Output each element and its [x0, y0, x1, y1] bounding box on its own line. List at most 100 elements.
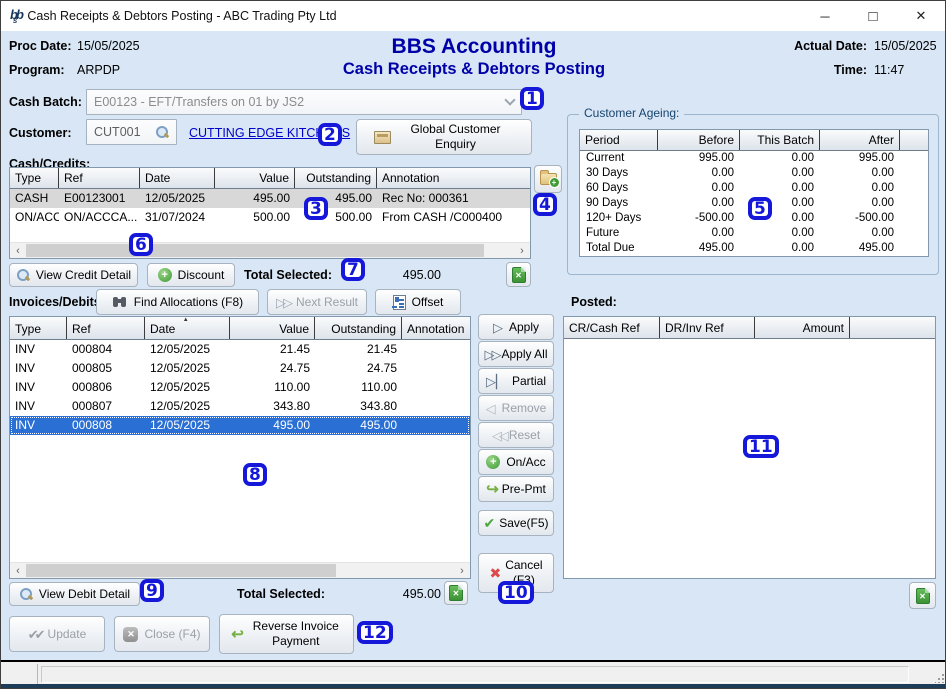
- column-header[interactable]: Before: [658, 130, 740, 150]
- partial-button[interactable]: Partial: [478, 368, 554, 394]
- cash-credit-row[interactable]: CASH E00123001 12/05/2025 495.00 495.00 …: [10, 189, 530, 208]
- cell-value: 495.00: [230, 416, 315, 435]
- reverse-invoice-payment-button[interactable]: Reverse Invoice Payment: [219, 614, 354, 654]
- cell-outstanding: 110.00: [315, 378, 402, 397]
- invoice-row[interactable]: INV 000805 12/05/2025 24.75 24.75: [10, 359, 470, 378]
- program-value: ARPDP: [77, 63, 120, 77]
- reset-button[interactable]: Reset: [478, 422, 554, 448]
- cash-batch-label: Cash Batch:: [9, 95, 82, 109]
- horizontal-scrollbar[interactable]: ‹ ›: [10, 242, 530, 258]
- column-header[interactable]: After: [820, 130, 900, 150]
- column-header: [850, 317, 935, 338]
- double-check-icon: [28, 628, 42, 641]
- cash-batch-combobox[interactable]: E00123 - EFT/Transfers on 01 by JS2: [86, 89, 522, 115]
- cell-annotation: Rec No: 000361: [377, 189, 530, 208]
- column-header: [900, 130, 928, 150]
- undo-arrow-icon: [231, 627, 244, 642]
- proc-date-value: 15/05/2025: [77, 39, 140, 53]
- column-header[interactable]: Value: [215, 168, 295, 188]
- scroll-right-icon[interactable]: ›: [514, 243, 530, 259]
- view-credit-detail-button[interactable]: View Credit Detail: [9, 263, 138, 287]
- cell-outstanding: 343.80: [315, 397, 402, 416]
- column-header[interactable]: Type: [10, 168, 59, 188]
- cell-this-batch: 0.00: [740, 181, 820, 196]
- cash-credit-row[interactable]: ON/ACC ON/ACCCA... 31/07/2024 500.00 500…: [10, 208, 530, 227]
- view-debit-detail-button[interactable]: View Debit Detail: [9, 582, 140, 606]
- plus-icon: [486, 455, 500, 469]
- cell-annotation: [402, 397, 470, 416]
- cell-before: -500.00: [658, 211, 740, 226]
- column-header[interactable]: This Batch: [740, 130, 820, 150]
- apply-all-button[interactable]: Apply All: [478, 341, 554, 367]
- close-button[interactable]: Close (F4): [114, 616, 210, 652]
- actual-date-label: Actual Date:: [771, 39, 867, 53]
- export-posted-excel-button[interactable]: [909, 582, 936, 609]
- cell-this-batch: 0.00: [740, 226, 820, 241]
- scroll-left-icon[interactable]: ‹: [10, 563, 26, 579]
- cell-after: 0.00: [820, 226, 900, 241]
- resize-grip-icon[interactable]: [935, 673, 945, 683]
- find-allocations-button[interactable]: Find Allocations (F8): [96, 289, 259, 315]
- posted-label: Posted:: [571, 295, 617, 309]
- cell-outstanding: 21.45: [315, 340, 402, 359]
- export-credits-excel-button[interactable]: [506, 262, 531, 287]
- scroll-right-icon[interactable]: ›: [454, 563, 470, 579]
- save-button[interactable]: Save(F5): [478, 510, 554, 536]
- close-window-button[interactable]: [897, 1, 945, 31]
- plus-icon: [158, 268, 172, 282]
- discount-label: Discount: [178, 268, 225, 282]
- cell-annotation: [402, 340, 470, 359]
- column-header[interactable]: CR/Cash Ref: [564, 317, 660, 338]
- scroll-left-icon[interactable]: ‹: [10, 243, 26, 259]
- column-header[interactable]: Value: [230, 317, 315, 339]
- global-customer-enquiry-button[interactable]: Global Customer Enquiry: [356, 119, 532, 155]
- remove-button[interactable]: Remove: [478, 395, 554, 421]
- on-account-label: On/Acc: [506, 455, 545, 469]
- on-account-button[interactable]: On/Acc: [478, 449, 554, 475]
- invoice-row-selected[interactable]: INV 000808 12/05/2025 495.00 495.00: [10, 416, 470, 435]
- customer-lookup-icon[interactable]: [155, 125, 169, 139]
- update-button[interactable]: Update: [9, 616, 105, 652]
- scrollbar-thumb[interactable]: [26, 564, 336, 577]
- cell-after: 495.00: [820, 241, 900, 256]
- offset-button[interactable]: Offset: [375, 289, 461, 315]
- export-debits-excel-button[interactable]: [444, 581, 468, 605]
- ageing-row: 30 Days 0.00 0.00 0.00: [580, 166, 928, 181]
- status-bar: [1, 660, 946, 686]
- cell-this-batch: 0.00: [740, 166, 820, 181]
- scrollbar-thumb[interactable]: [26, 244, 484, 257]
- program-label: Program:: [9, 63, 65, 77]
- next-result-button[interactable]: Next Result: [267, 289, 367, 315]
- cell-ref: 000808: [67, 416, 145, 435]
- discount-button[interactable]: Discount: [147, 263, 235, 287]
- cell-period: 120+ Days: [580, 211, 658, 226]
- column-header[interactable]: DR/Inv Ref: [660, 317, 755, 338]
- cell-date: 12/05/2025: [145, 378, 230, 397]
- column-header[interactable]: Type: [10, 317, 67, 339]
- horizontal-scrollbar[interactable]: ‹ ›: [10, 562, 470, 578]
- column-header[interactable]: Ref: [67, 317, 145, 339]
- column-header-sorted[interactable]: Date: [145, 317, 230, 339]
- invoice-row[interactable]: INV 000804 12/05/2025 21.45 21.45: [10, 340, 470, 359]
- cell-after: 0.00: [820, 196, 900, 211]
- invoice-row[interactable]: INV 000806 12/05/2025 110.00 110.00: [10, 378, 470, 397]
- column-header[interactable]: Amount: [755, 317, 850, 338]
- enquiry-form-icon: [374, 131, 391, 144]
- invoice-row[interactable]: INV 000807 12/05/2025 343.80 343.80: [10, 397, 470, 416]
- column-header[interactable]: Period: [580, 130, 658, 150]
- column-header[interactable]: Date: [140, 168, 215, 188]
- view-credit-detail-label: View Credit Detail: [36, 268, 131, 282]
- add-cash-batch-button[interactable]: [534, 165, 562, 193]
- column-header[interactable]: Outstanding: [295, 168, 377, 188]
- cell-annotation: [402, 359, 470, 378]
- column-header[interactable]: Annotation: [377, 168, 530, 188]
- minimize-button[interactable]: [801, 1, 849, 31]
- maximize-button[interactable]: [849, 1, 897, 31]
- apply-button[interactable]: Apply: [478, 314, 554, 340]
- column-header[interactable]: Annotation: [402, 317, 470, 339]
- customer-code-field[interactable]: CUT001: [86, 119, 177, 145]
- pre-payment-button[interactable]: Pre-Pmt: [478, 476, 554, 502]
- column-header[interactable]: Outstanding: [315, 317, 402, 339]
- play-icon: [493, 321, 503, 334]
- column-header[interactable]: Ref: [59, 168, 140, 188]
